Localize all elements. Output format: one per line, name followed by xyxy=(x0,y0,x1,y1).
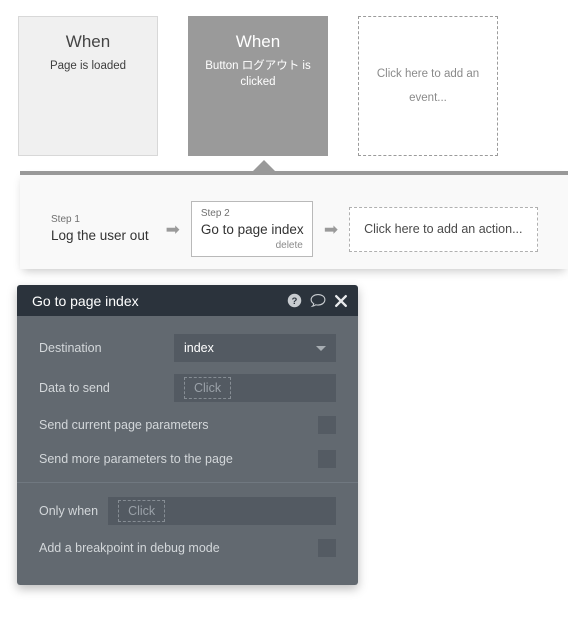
only-when-label: Only when xyxy=(39,504,99,518)
event-card-title: When xyxy=(235,32,281,51)
step-arrow-icon: ➡ xyxy=(323,219,339,239)
data-to-send-row: Data to send Click xyxy=(39,374,336,402)
add-action-placeholder: Click here to add an action... xyxy=(364,221,523,236)
breakpoint-label: Add a breakpoint in debug mode xyxy=(39,541,220,555)
svg-text:?: ? xyxy=(292,296,298,306)
data-to-send-label: Data to send xyxy=(39,381,110,395)
step-label: Log the user out xyxy=(51,228,149,243)
speech-bubble-icon[interactable] xyxy=(310,293,326,308)
event-card-title: When xyxy=(65,32,111,51)
only-when-row: Only when Click xyxy=(39,497,336,525)
action-properties-panel: Go to page index ? Destination index Dat… xyxy=(17,285,358,585)
add-action-button[interactable]: Click here to add an action... xyxy=(349,206,538,252)
add-event-card[interactable]: Click here to add an event... xyxy=(358,16,498,156)
event-card-subtitle: Page is loaded xyxy=(49,60,127,72)
action-step-1[interactable]: Step 1 Log the user out xyxy=(51,209,155,249)
step-label: Go to page index xyxy=(200,222,304,237)
breakpoint-checkbox[interactable] xyxy=(318,539,336,557)
panel-divider xyxy=(17,482,358,483)
destination-select[interactable]: index xyxy=(174,334,336,362)
breakpoint-row: Add a breakpoint in debug mode xyxy=(39,537,336,559)
event-card-button-clicked[interactable]: When Button ログアウト is clicked xyxy=(188,16,328,156)
destination-row: Destination index xyxy=(39,334,336,362)
step-arrow-icon: ➡ xyxy=(165,219,180,239)
event-card-subtitle: Button ログアウト is clicked xyxy=(205,60,311,88)
event-card-page-loaded[interactable]: When Page is loaded xyxy=(18,16,158,156)
send-more-parameters-label: Send more parameters to the page xyxy=(39,452,233,466)
data-to-send-input[interactable]: Click xyxy=(174,374,336,402)
step-number: Step 2 xyxy=(200,208,230,219)
action-bar-notch xyxy=(253,160,275,171)
workflow-canvas: When Page is loaded When Button ログアウト is… xyxy=(0,0,568,170)
only-when-placeholder[interactable]: Click xyxy=(118,500,166,522)
destination-value: index xyxy=(184,341,214,355)
help-circle-icon[interactable]: ? xyxy=(287,293,302,308)
panel-title: Go to page index xyxy=(32,292,139,309)
only-when-input[interactable]: Click xyxy=(108,497,336,525)
panel-header: Go to page index ? xyxy=(17,285,358,316)
action-steps-list: Step 1 Log the user out ➡ Step 2 Go to p… xyxy=(51,201,538,257)
destination-label: Destination xyxy=(39,341,102,355)
close-icon[interactable] xyxy=(334,294,348,308)
step-delete-link[interactable]: delete xyxy=(201,239,303,253)
panel-body: Destination index Data to send Click Sen… xyxy=(17,316,358,585)
send-more-parameters-checkbox[interactable] xyxy=(318,450,336,468)
send-more-parameters-row: Send more parameters to the page xyxy=(39,448,336,470)
send-current-page-parameters-checkbox[interactable] xyxy=(318,416,336,434)
step-number: Step 1 xyxy=(51,214,80,225)
action-bar: Step 1 Log the user out ➡ Step 2 Go to p… xyxy=(20,171,568,269)
data-to-send-placeholder[interactable]: Click xyxy=(184,377,232,399)
chevron-down-icon xyxy=(316,345,326,351)
send-current-page-parameters-row: Send current page parameters xyxy=(39,414,336,436)
send-current-page-parameters-label: Send current page parameters xyxy=(39,418,209,432)
action-step-2[interactable]: Step 2 Go to page index delete xyxy=(190,201,313,257)
add-event-placeholder: Click here to add an event... xyxy=(376,68,480,104)
